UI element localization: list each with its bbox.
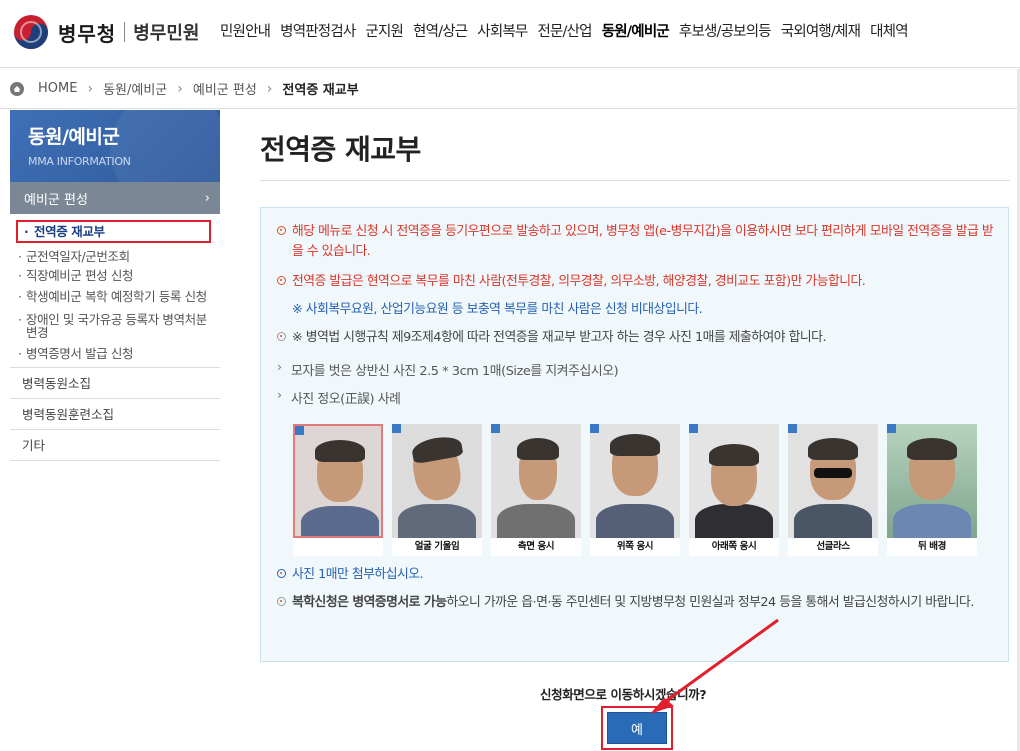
notice-ineligible: ※ 사회복무요원, 산업기능요원 등 보충역 복무를 마친 사람은 신청 비대상… <box>292 302 703 317</box>
breadcrumb-current: 전역증 재교부 <box>282 83 359 98</box>
chevron-right-icon: › <box>87 80 94 97</box>
home-icon[interactable] <box>10 81 24 96</box>
sidebar-item-discharge-date[interactable]: 군전역일자/군번조회 <box>10 247 220 266</box>
photo-example-tilted: 얼굴 기울임 <box>392 424 482 556</box>
photo-example-sunglasses: 선글라스 <box>788 424 878 556</box>
nav-item-candidate[interactable]: 후보생/공보의등 <box>679 20 772 41</box>
logo-sub-text: 병무민원 <box>133 23 200 44</box>
photo-size-note: 모자를 벗은 상반신 사진 2.5 * 3cm 1매(Size를 지켜주십시오) <box>277 360 619 379</box>
notice-photo: ※ 병역법 시행규칙 제9조제4항에 따라 전역증을 재교부 받고자 하는 경우… <box>277 328 999 348</box>
sidebar-section-reserve[interactable]: 예비군 편성 › <box>10 182 220 214</box>
site-header: 병무청 병무민원 민원안내 병역판정검사 군지원 현역/상근 사회복무 전문/산… <box>0 0 1020 68</box>
breadcrumb-home[interactable]: HOME <box>38 81 77 96</box>
sidebar-item-discharge-card[interactable]: 전역증 재교부 <box>16 220 211 243</box>
nav-item-reserve[interactable]: 동원/예비군 <box>602 20 670 41</box>
sidebar-item-etc[interactable]: 기타 <box>10 430 220 461</box>
nav-item-civil[interactable]: 민원안내 <box>220 20 271 41</box>
bullet-icon <box>277 226 286 235</box>
photo-example-note: 사진 정오(正誤) 사례 <box>277 388 401 407</box>
bullet-icon <box>277 332 286 341</box>
breadcrumb-organize[interactable]: 예비군 편성 <box>193 79 257 98</box>
photo-example-down: 아래쪽 응시 <box>689 424 779 556</box>
sidebar-item-certificate[interactable]: 병역증명서 발급 신청 <box>10 344 220 363</box>
notice-mobile: 해당 메뉴로 신청 시 전역증을 등기우편으로 발송하고 있으며, 병무청 앱(… <box>277 222 999 262</box>
nav-item-specialist[interactable]: 전문/산업 <box>537 20 592 41</box>
photo-example-background: 뒤 배경 <box>887 424 977 556</box>
notice-one-photo: 사진 1매만 첨부하십시오. <box>277 565 999 585</box>
bullet-icon <box>277 569 286 578</box>
notice-box: 해당 메뉴로 신청 시 전역증을 등기우편으로 발송하고 있으며, 병무청 앱(… <box>260 207 1009 662</box>
bullet-icon <box>277 276 286 285</box>
page-title: 전역증 재교부 <box>260 133 421 166</box>
chevron-right-icon: › <box>177 80 183 97</box>
sidebar-item-disabled-change[interactable]: 장애인 및 국가유공 등록자 병역처분변경 <box>10 308 220 344</box>
notice-reenroll-rest: 하오니 가까운 읍·면·동 주민센터 및 지방병무청 민원실과 정부24 등을 … <box>446 595 974 610</box>
notice-reenroll: 복학신청은 병역증명서로 가능하오니 가까운 읍·면·동 주민센터 및 지방병무… <box>277 593 999 613</box>
breadcrumb: HOME › 동원/예비군 › 예비군 편성 › 전역증 재교부 <box>0 69 1020 109</box>
main-nav: 민원안내 병역판정검사 군지원 현역/상근 사회복무 전문/산업 동원/예비군 … <box>220 20 918 41</box>
sidebar-item-mobilization[interactable]: 병력동원소집 <box>10 368 220 399</box>
photo-example-up: 위쪽 응시 <box>590 424 680 556</box>
nav-item-social-service[interactable]: 사회복무 <box>477 20 528 41</box>
title-divider <box>260 180 1010 181</box>
photo-example-side: 측면 응시 <box>491 424 581 556</box>
logo-main-text: 병무청 <box>58 21 117 46</box>
yes-button[interactable]: 예 <box>607 712 667 744</box>
sidebar-item-student-reserve[interactable]: 학생예비군 복학 예정학기 등록 신청 <box>10 285 220 308</box>
sidebar-item-mobilization-training[interactable]: 병력동원훈련소집 <box>10 399 220 430</box>
chevron-right-icon: › <box>266 80 273 97</box>
nav-item-exam[interactable]: 병역판정검사 <box>280 20 356 41</box>
photo-example-correct <box>293 424 383 556</box>
sidebar-item-workplace-reserve[interactable]: 직장예비군 편성 신청 <box>10 266 220 285</box>
yes-button-highlight: 예 <box>601 706 673 750</box>
taegeuk-logo-icon <box>14 15 48 49</box>
breadcrumb-reserve[interactable]: 동원/예비군 <box>103 79 167 98</box>
logo[interactable]: 병무청 병무민원 <box>12 12 199 52</box>
photo-examples: 얼굴 기울임 측면 응시 위쪽 응시 아래쪽 응시 선글라스 뒤 배경 <box>293 424 986 556</box>
nav-item-overseas[interactable]: 국외여행/체재 <box>781 20 861 41</box>
bullet-icon <box>277 597 286 606</box>
logo-divider <box>124 22 126 42</box>
sidebar-decoration <box>110 110 220 182</box>
sidebar-section-label: 예비군 편성 <box>24 192 88 208</box>
sidebar: 동원/예비군 MMA INFORMATION 예비군 편성 › 전역증 재교부 … <box>10 110 220 751</box>
nav-item-alternative[interactable]: 대체역 <box>870 20 908 41</box>
chevron-right-icon: › <box>204 190 210 206</box>
confirm-question: 신청화면으로 이동하시겠습니까? <box>540 687 707 702</box>
nav-item-enlist[interactable]: 군지원 <box>365 20 403 41</box>
notice-eligibility: 전역증 발급은 현역으로 복무를 마친 사람(전투경찰, 의무경찰, 의무소방,… <box>277 272 999 292</box>
sidebar-submenu: 전역증 재교부 군전역일자/군번조회 직장예비군 편성 신청 학생예비군 복학 … <box>10 214 220 368</box>
sidebar-header: 동원/예비군 MMA INFORMATION <box>10 110 220 182</box>
notice-reenroll-bold: 복학신청은 병역증명서로 가능 <box>292 595 447 610</box>
nav-item-active-duty[interactable]: 현역/상근 <box>413 20 468 41</box>
